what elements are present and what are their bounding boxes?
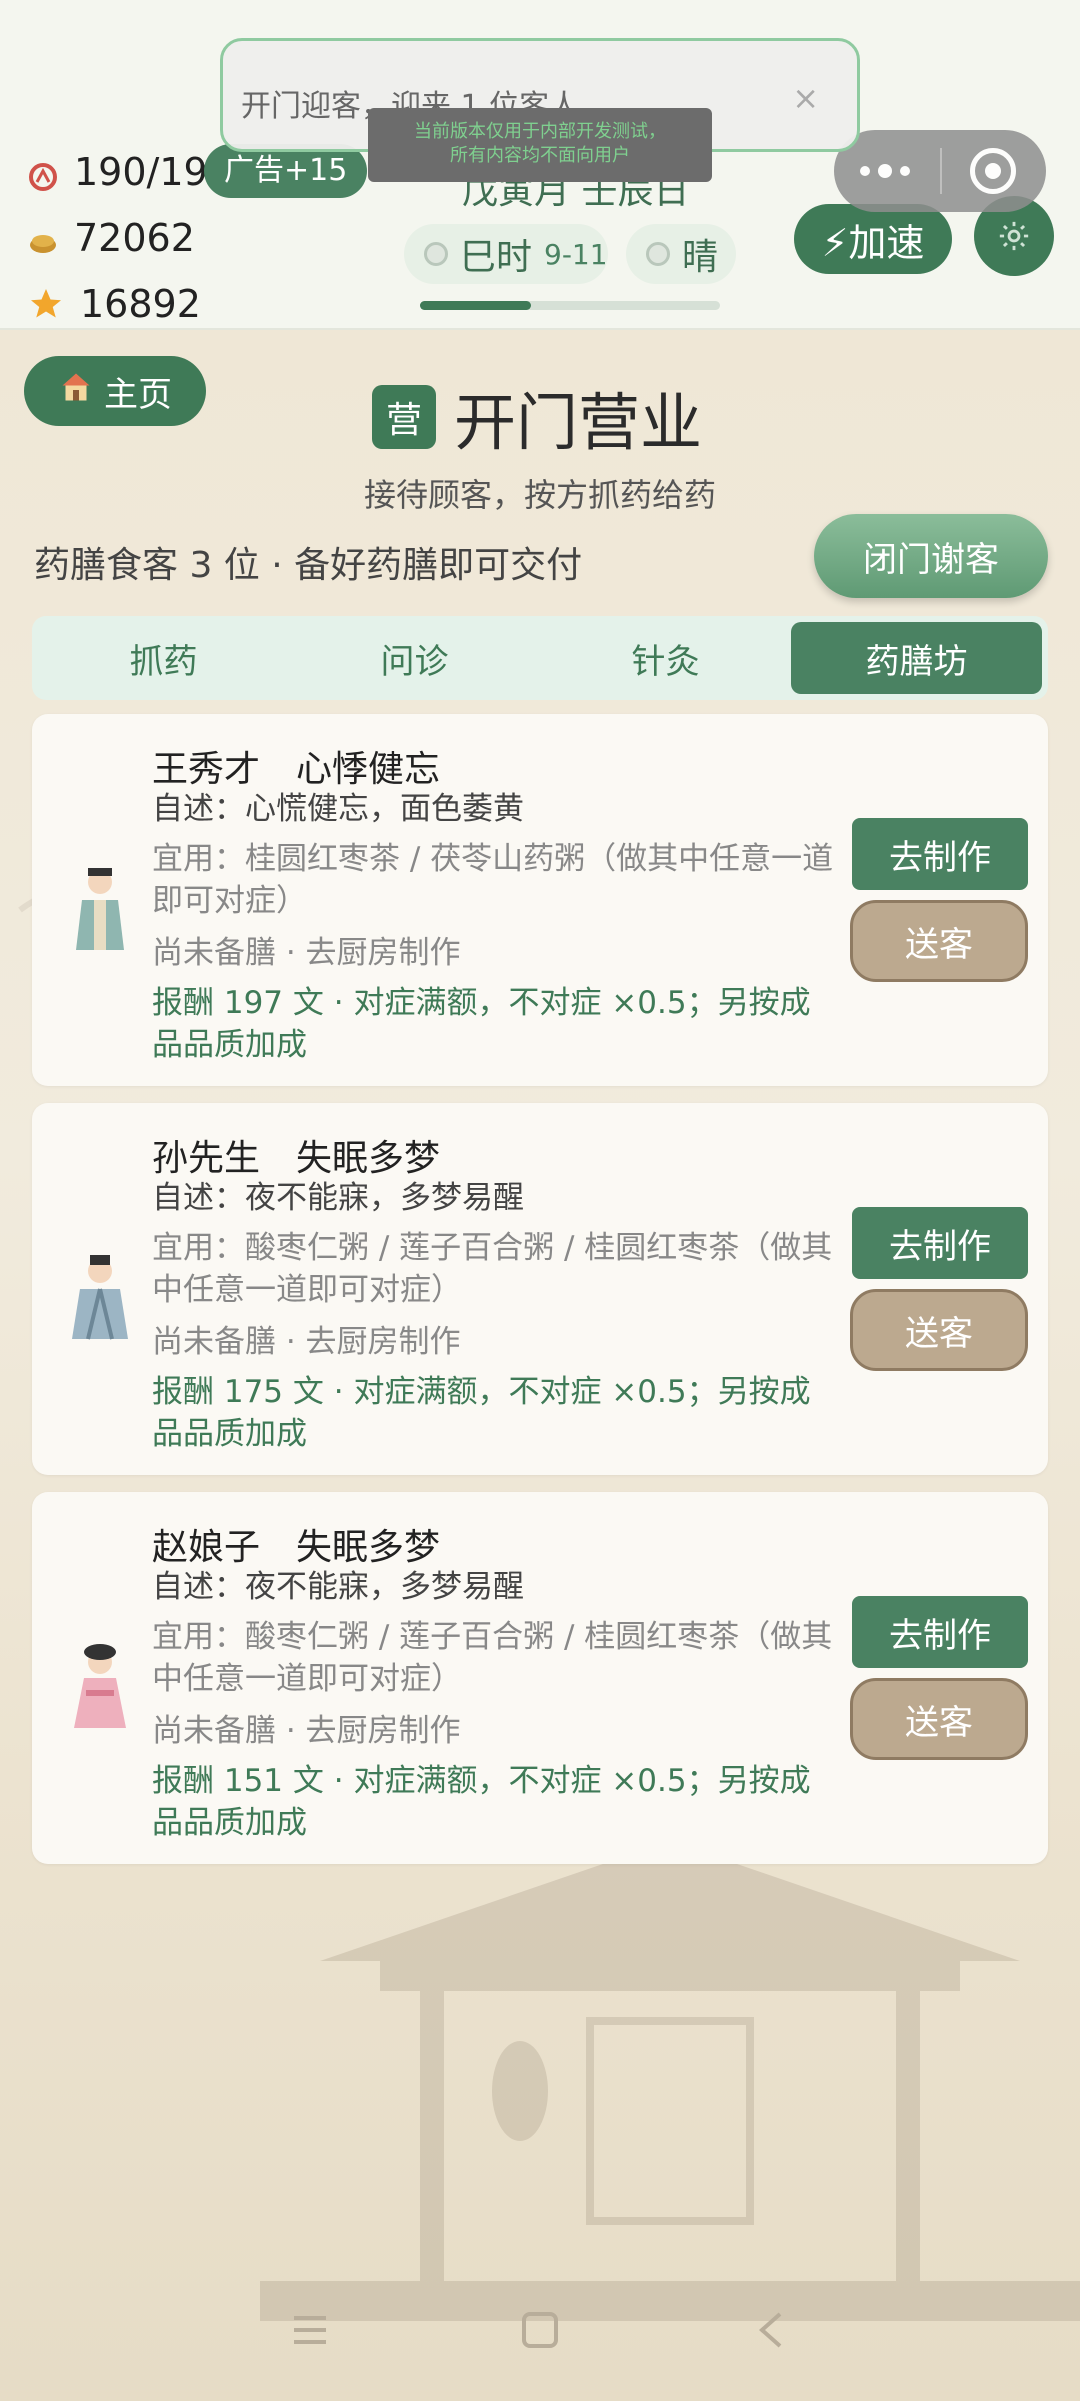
- day-progress-fill: [420, 301, 531, 310]
- customer-reward: 报酬 197 文 · 对症满额，不对症 ×0.5；另按成品品质加成: [152, 985, 811, 1063]
- page-title: 开门营业: [454, 386, 703, 459]
- back-icon[interactable]: [752, 2310, 792, 2350]
- customer-self-report: 自述：夜不能寐，多梦易醒: [152, 1569, 524, 1605]
- dismiss-customer-button[interactable]: 送客: [850, 1678, 1028, 1760]
- customer-name: 赵娘子 失眠多梦: [152, 1527, 441, 1568]
- more-dots-icon: [860, 164, 910, 178]
- customer-name: 孙先生 失眠多梦: [152, 1138, 441, 1179]
- close-shop-button[interactable]: 闭门谢客: [814, 514, 1048, 598]
- dismiss-customer-button[interactable]: 送客: [850, 1289, 1028, 1371]
- tab-acupuncture[interactable]: 针灸: [540, 622, 791, 694]
- dismiss-customer-button[interactable]: 送客: [850, 900, 1028, 982]
- system-nav-bar: [0, 2290, 1080, 2390]
- customer-card: 孙先生 失眠多梦 自述：夜不能寐，多梦易醒 宜用：酸枣仁粥 / 莲子百合粥 / …: [32, 1103, 1048, 1475]
- clock-icon: [424, 242, 448, 266]
- capsule-divider: [940, 148, 942, 194]
- dev-tip-line-1: 当前版本仅用于内部开发测试，: [414, 121, 666, 142]
- more-menu-button[interactable]: [860, 154, 918, 188]
- close-miniprogram-button[interactable]: [970, 148, 1016, 194]
- home-square-icon[interactable]: [520, 2310, 560, 2350]
- customer-prep-state: 尚未备膳 · 去厨房制作: [152, 935, 461, 971]
- stamina-icon: [28, 157, 58, 191]
- customer-card: 赵娘子 失眠多梦 自述：夜不能寐，多梦易醒 宜用：酸枣仁粥 / 莲子百合粥 / …: [32, 1492, 1048, 1864]
- customer-suitable-dishes: 宜用：桂圆红枣茶 / 茯苓山药粥（做其中任意一道即可对症）: [152, 841, 834, 919]
- toast-close-icon[interactable]: ×: [792, 79, 819, 117]
- time-indicator: 巳时 9-11: [404, 224, 608, 284]
- customer-count-status: 药膳食客 3 位 · 备好药膳即可交付: [34, 545, 583, 586]
- time-label: 巳时: [460, 237, 533, 278]
- page-header: 营 开门营业: [372, 372, 702, 462]
- weather-label: 晴: [682, 237, 719, 278]
- gear-icon: [999, 221, 1029, 251]
- star-icon: [28, 286, 64, 322]
- speed-up-button[interactable]: ⚡加速: [794, 204, 952, 274]
- dev-tip-line-2: 所有内容均不面向用户: [450, 145, 630, 166]
- customer-name: 王秀才 心悸健忘: [152, 749, 441, 790]
- scholar-avatar: [76, 868, 124, 950]
- customer-reward: 报酬 151 文 · 对症满额，不对症 ×0.5；另按成品品质加成: [152, 1763, 811, 1841]
- day-progress-bar: [420, 301, 720, 310]
- menu-icon[interactable]: [290, 2310, 330, 2350]
- page-subtitle: 接待顾客，按方抓药给药: [363, 476, 716, 514]
- house-icon: [58, 369, 94, 414]
- home-label: 主页: [104, 374, 172, 415]
- customer-card: 王秀才 心悸健忘 自述：心慌健忘，面色萎黄 宜用：桂圆红枣茶 / 茯苓山药粥（做…: [32, 714, 1048, 1086]
- weather-indicator: 晴: [626, 224, 736, 284]
- lady-avatar: [74, 1644, 126, 1728]
- make-dish-button[interactable]: 去制作: [852, 1596, 1028, 1668]
- customer-self-report: 自述：夜不能寐，多梦易醒: [152, 1180, 524, 1216]
- stars-resource: 16892: [28, 282, 201, 326]
- ad-bonus-button[interactable]: 广告+15: [204, 144, 368, 198]
- coins-resource: 72062: [28, 216, 195, 260]
- tab-bar: 抓药 问诊 针灸 药膳坊: [32, 616, 1048, 700]
- stamina-resource: 190/190: [28, 150, 232, 194]
- tab-grab-herbs[interactable]: 抓药: [38, 622, 289, 694]
- customer-suitable-dishes: 宜用：酸枣仁粥 / 莲子百合粥 / 桂圆红枣茶（做其中任意一道即可对症）: [152, 1619, 833, 1697]
- stars-value: 16892: [80, 282, 201, 326]
- make-dish-button[interactable]: 去制作: [852, 1207, 1028, 1279]
- tab-diagnosis[interactable]: 问诊: [289, 622, 540, 694]
- gentleman-avatar: [72, 1255, 128, 1340]
- time-range: 9-11: [544, 237, 608, 271]
- customer-prep-state: 尚未备膳 · 去厨房制作: [152, 1713, 461, 1749]
- coins-value: 72062: [74, 216, 195, 260]
- dev-test-tooltip: 当前版本仅用于内部开发测试， 所有内容均不面向用户: [368, 108, 712, 182]
- mini-program-capsule: [834, 130, 1046, 212]
- weather-icon: [646, 242, 670, 266]
- coin-icon: [28, 223, 58, 253]
- make-dish-button[interactable]: 去制作: [852, 818, 1028, 890]
- customer-prep-state: 尚未备膳 · 去厨房制作: [152, 1324, 461, 1360]
- title-badge: 营: [372, 385, 436, 449]
- tab-medicinal-kitchen[interactable]: 药膳坊: [791, 622, 1042, 694]
- home-button[interactable]: 主页: [24, 356, 206, 426]
- target-icon: [985, 163, 1001, 179]
- customer-reward: 报酬 175 文 · 对症满额，不对症 ×0.5；另按成品品质加成: [152, 1374, 811, 1452]
- customer-self-report: 自述：心慌健忘，面色萎黄: [152, 791, 524, 827]
- customer-suitable-dishes: 宜用：酸枣仁粥 / 莲子百合粥 / 桂圆红枣茶（做其中任意一道即可对症）: [152, 1230, 833, 1308]
